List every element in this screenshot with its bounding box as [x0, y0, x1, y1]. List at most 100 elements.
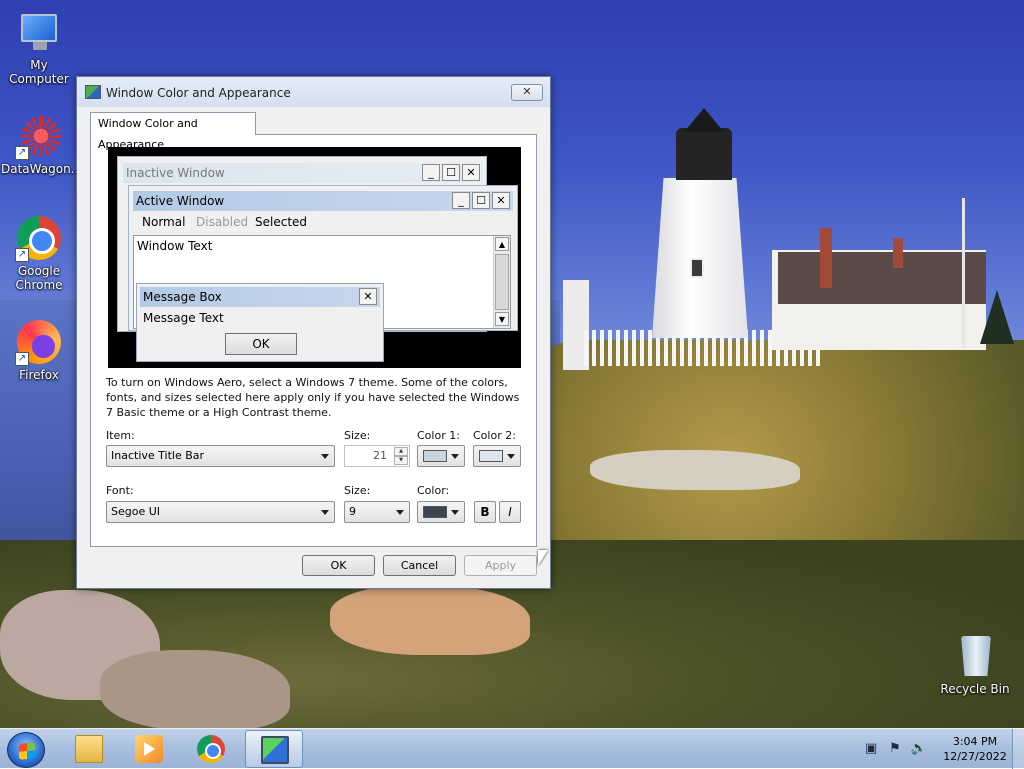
- chevron-down-icon: [451, 510, 459, 515]
- preview-message-text: Message Text: [143, 311, 224, 325]
- taskbar-windows-explorer[interactable]: [60, 730, 118, 768]
- preview-active-title: Active Window: [136, 194, 225, 208]
- item-size-stepper[interactable]: 21 ▲ ▼: [344, 445, 410, 467]
- bold-toggle-button[interactable]: B: [474, 501, 496, 523]
- taskbar-display-settings[interactable]: [245, 730, 303, 768]
- close-icon: ✕: [359, 288, 377, 305]
- appearance-preview[interactable]: Inactive Window _ ☐ ✕ Active Window _ ☐ …: [108, 147, 521, 368]
- show-desktop-button[interactable]: [1012, 729, 1024, 769]
- desktop-icon-recycle-bin[interactable]: Recycle Bin: [937, 632, 1013, 696]
- color2-picker[interactable]: [473, 445, 521, 467]
- desktop-icon-my-computer[interactable]: My Computer: [1, 8, 77, 86]
- font-size-label: Size:: [344, 484, 371, 497]
- display-settings-icon: [85, 85, 101, 99]
- desktop-icon-label: My Computer: [9, 58, 69, 86]
- font-color-picker[interactable]: [417, 501, 465, 523]
- taskbar-media-player[interactable]: [120, 730, 178, 768]
- chevron-down-icon: [321, 510, 329, 515]
- preview-menu-disabled: Disabled: [196, 215, 249, 229]
- tab-window-color-appearance[interactable]: Window Color and Appearance: [90, 112, 256, 151]
- cancel-button[interactable]: Cancel: [383, 555, 456, 576]
- preview-inactive-title: Inactive Window: [126, 166, 225, 180]
- minimize-icon: _: [452, 192, 470, 209]
- shortcut-arrow-icon: ↗: [15, 146, 29, 160]
- desktop-icon-label: Recycle Bin: [940, 682, 1010, 696]
- dialog-titlebar[interactable]: Window Color and Appearance ✕: [77, 77, 550, 107]
- aero-info-text: To turn on Windows Aero, select a Window…: [106, 376, 520, 419]
- item-label: Item:: [106, 429, 135, 442]
- recycle-bin-icon: [951, 632, 999, 680]
- preview-scrollbar: ▲ ▼: [493, 236, 510, 328]
- lighthouse-lantern: [676, 128, 732, 180]
- chevron-down-icon: [507, 454, 515, 459]
- color2-label: Color 2:: [473, 429, 516, 442]
- desktop-icon-firefox[interactable]: ↗ Firefox: [1, 318, 77, 382]
- computer-icon: [15, 8, 63, 56]
- preview-inactive-titlebar: Inactive Window _ ☐ ✕: [123, 163, 483, 183]
- desktop-icon-label: Google Chrome: [15, 264, 63, 292]
- desktop-icon-datawagon[interactable]: ↗ DataWagon...: [1, 112, 82, 176]
- ok-button[interactable]: OK: [302, 555, 375, 576]
- maximize-icon: ☐: [442, 164, 460, 181]
- chimney: [820, 228, 832, 288]
- color2-swatch: [479, 450, 503, 462]
- chevron-down-icon: [451, 454, 459, 459]
- datawagon-icon: ↗: [15, 112, 63, 160]
- clock-date: 12/27/2022: [943, 750, 1007, 763]
- desktop-icon-google-chrome[interactable]: ↗ Google Chrome: [1, 214, 77, 292]
- start-button[interactable]: [7, 732, 45, 768]
- italic-toggle-button[interactable]: I: [499, 501, 521, 523]
- volume-icon[interactable]: 🔈: [910, 740, 928, 758]
- display-settings-icon: [261, 736, 289, 764]
- preview-menu-normal: Normal: [142, 215, 186, 229]
- scroll-down-icon: ▼: [495, 312, 509, 326]
- preview-message-title: Message Box: [143, 290, 222, 304]
- rock: [590, 450, 800, 490]
- close-icon: ✕: [492, 192, 510, 209]
- item-size-value: 21: [373, 449, 387, 462]
- preview-active-titlebar: Active Window _ ☐ ✕: [133, 191, 513, 211]
- maximize-icon: ☐: [472, 192, 490, 209]
- color1-picker[interactable]: [417, 445, 465, 467]
- taskbar: ▣ ⚑ 🔈 3:04 PM 12/27/2022: [0, 728, 1024, 769]
- scroll-thumb: [495, 254, 509, 310]
- media-player-icon: [135, 735, 163, 763]
- spin-up-icon[interactable]: ▲: [394, 447, 408, 456]
- taskbar-clock[interactable]: 3:04 PM 12/27/2022: [940, 734, 1010, 764]
- shortcut-arrow-icon: ↗: [15, 248, 29, 262]
- color1-swatch: [423, 450, 447, 462]
- item-dropdown[interactable]: Inactive Title Bar: [106, 445, 335, 467]
- taskbar-chrome[interactable]: [182, 730, 240, 768]
- lighthouse-window: [690, 258, 704, 278]
- spin-down-icon[interactable]: ▼: [394, 456, 408, 465]
- chevron-down-icon: [321, 454, 329, 459]
- font-size-dropdown[interactable]: 9: [344, 501, 410, 523]
- close-button[interactable]: ✕: [511, 84, 543, 101]
- windows-logo-icon: [19, 742, 35, 760]
- font-color-label: Color:: [417, 484, 450, 497]
- preview-window-text: Window Text: [137, 239, 213, 253]
- firefox-icon: ↗: [15, 318, 63, 366]
- mouse-cursor-icon: [538, 550, 548, 566]
- apply-button[interactable]: Apply: [464, 555, 537, 576]
- color1-label: Color 1:: [417, 429, 460, 442]
- windows-explorer-icon: [75, 735, 103, 763]
- action-center-flag-icon[interactable]: ⚑: [886, 740, 904, 758]
- font-dropdown[interactable]: Segoe UI: [106, 501, 335, 523]
- preview-menu-bar: Normal Disabled Selected: [133, 213, 513, 231]
- house-roof: [778, 252, 986, 304]
- flagpole: [962, 198, 965, 348]
- dialog-title: Window Color and Appearance: [106, 86, 291, 100]
- chrome-icon: [197, 735, 225, 763]
- scroll-up-icon: ▲: [495, 237, 509, 251]
- desktop-icon-label: DataWagon...: [1, 162, 83, 176]
- window-color-appearance-dialog: Window Color and Appearance ✕ Window Col…: [76, 76, 551, 589]
- tab-panel: Inactive Window _ ☐ ✕ Active Window _ ☐ …: [90, 134, 537, 547]
- preview-menu-selected: Selected: [252, 213, 311, 231]
- item-dropdown-value: Inactive Title Bar: [111, 449, 205, 462]
- preview-ok-button: OK: [225, 333, 297, 355]
- lighthouse-cap: [684, 108, 724, 132]
- item-size-label: Size:: [344, 429, 371, 442]
- network-icon[interactable]: ▣: [862, 740, 880, 758]
- font-size-value: 9: [349, 505, 356, 518]
